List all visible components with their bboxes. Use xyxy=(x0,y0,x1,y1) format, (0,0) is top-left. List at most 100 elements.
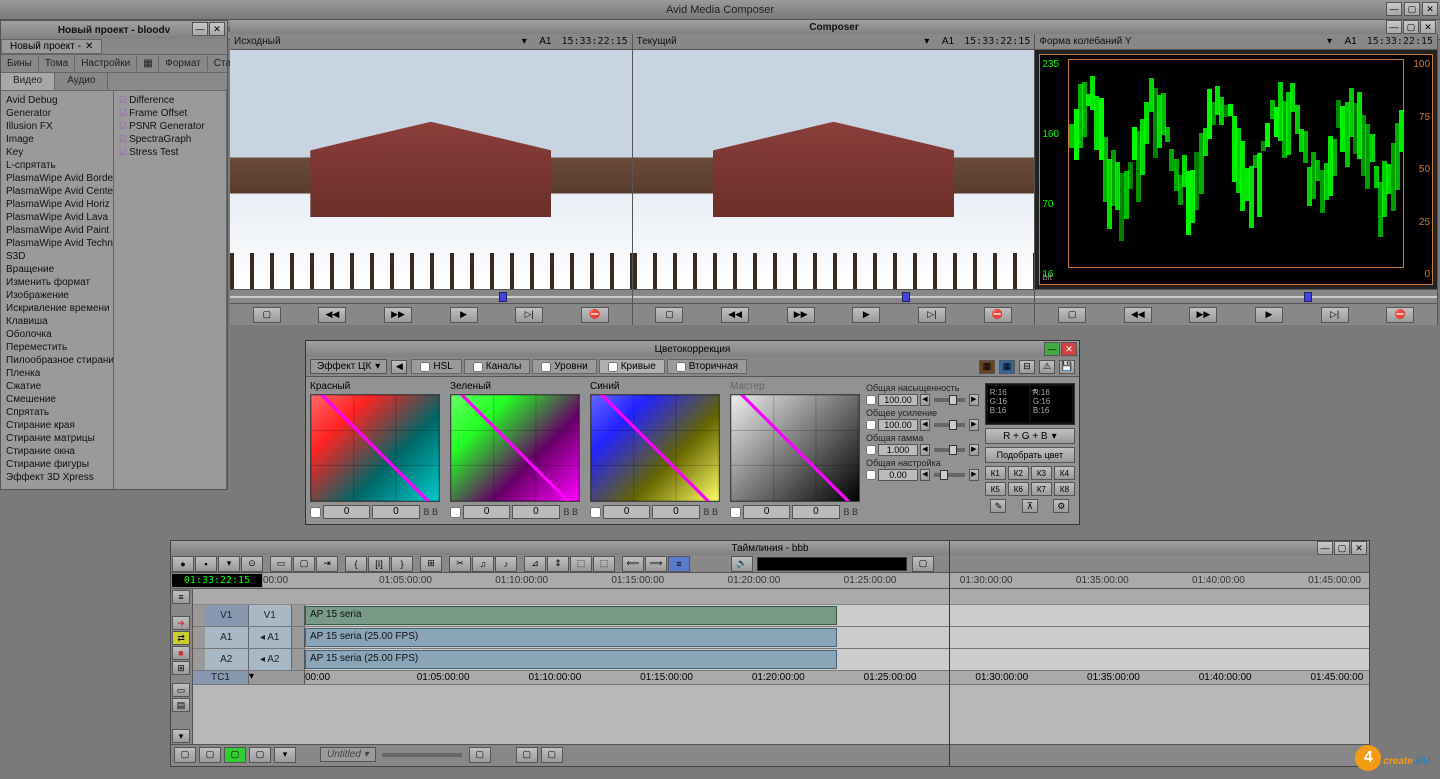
cc-close[interactable]: ✕ xyxy=(1061,342,1077,356)
tlf-btn3[interactable]: ▢ xyxy=(249,747,271,763)
cc-reset-icon[interactable]: ⊟ xyxy=(1019,360,1035,374)
track-src-selector[interactable]: A1 xyxy=(205,627,249,648)
effect-category[interactable]: PlasmaWipe Avid Horiz xyxy=(4,198,110,211)
transport-btn-2[interactable]: ▶▶ xyxy=(1189,307,1217,323)
record-dropdown-icon[interactable]: ▾ xyxy=(922,36,932,47)
tl-tool-10[interactable]: [I] xyxy=(368,556,390,572)
transport-btn-4[interactable]: ▷| xyxy=(515,307,543,323)
cc-tab-Уровни[interactable]: Уровни xyxy=(532,359,596,374)
maximize-button[interactable]: ▢ xyxy=(1404,2,1420,16)
slider-dec[interactable]: ◀ xyxy=(920,419,930,431)
tl-meter-toggle[interactable]: ▢ xyxy=(912,556,934,572)
close-button[interactable]: ✕ xyxy=(1422,2,1438,16)
source-scrubber[interactable] xyxy=(230,289,632,303)
curve-cb[interactable] xyxy=(310,507,321,518)
effect-category[interactable]: Эффект 3D Xpress xyxy=(4,471,110,484)
waveform-dropdown-icon[interactable]: ▾ xyxy=(1325,36,1335,47)
match-color-button[interactable]: Подобрать цвет xyxy=(985,447,1075,463)
cc-tab-Кривые[interactable]: Кривые xyxy=(599,359,665,374)
tl-minimize[interactable]: — xyxy=(1317,541,1333,555)
effect-category[interactable]: Generator xyxy=(4,107,110,120)
track-src-selector[interactable]: A2 xyxy=(205,649,249,670)
track-rec-selector[interactable]: ◂ A1 xyxy=(249,627,293,648)
remove-cc-icon[interactable]: ⊼ xyxy=(1022,499,1038,513)
effect-item[interactable]: PSNR Generator xyxy=(117,120,223,133)
close-tab-icon[interactable]: ✕ xyxy=(85,41,93,52)
tl-tool-0[interactable]: ● xyxy=(172,556,194,572)
effect-category[interactable]: S3D xyxy=(4,250,110,263)
tl-tool-2[interactable]: ▾ xyxy=(218,556,240,572)
effect-item[interactable]: Stress Test xyxy=(117,146,223,159)
minimize-button[interactable]: — xyxy=(1386,2,1402,16)
effect-category[interactable]: Key xyxy=(4,146,110,159)
tl-bottom-icon[interactable]: ▾ xyxy=(172,729,190,743)
transport-btn-3[interactable]: ▶ xyxy=(450,307,478,323)
project-tab-1[interactable]: Тома xyxy=(39,56,75,71)
effect-category[interactable]: Искривление времени xyxy=(4,302,110,315)
tl-tool-24[interactable]: ⟸ xyxy=(622,556,644,572)
transport-btn-2[interactable]: ▶▶ xyxy=(384,307,412,323)
tl-extract-icon[interactable]: ■ xyxy=(172,646,190,660)
curve-graph-blue[interactable] xyxy=(590,394,720,502)
slider-track[interactable] xyxy=(934,398,965,402)
transport-btn-1[interactable]: ◀◀ xyxy=(721,307,749,323)
effect-item[interactable]: Frame Offset xyxy=(117,107,223,120)
source-dropdown-icon[interactable]: ▾ xyxy=(519,36,529,47)
tl-tool-19[interactable]: ⊿ xyxy=(524,556,546,572)
tl-tool-16[interactable]: ♫ xyxy=(472,556,494,572)
cc-settings-icon[interactable]: ⚙ xyxy=(1053,499,1069,513)
tl-tool2-icon[interactable]: ▤ xyxy=(172,698,190,712)
tlf-btn4[interactable]: ▢ xyxy=(469,747,491,763)
slider-inc[interactable]: ▶ xyxy=(969,419,979,431)
track-toggle-l[interactable] xyxy=(193,649,205,670)
composer-minimize[interactable]: — xyxy=(1386,20,1402,34)
record-scrubber[interactable] xyxy=(633,289,1035,303)
curve-graph-master[interactable] xyxy=(730,394,860,502)
curve-graph-green[interactable] xyxy=(450,394,580,502)
effect-category[interactable]: PlasmaWipe Avid Borders xyxy=(4,172,110,185)
waveform-scrubber[interactable] xyxy=(1035,289,1437,303)
transport-btn-5[interactable]: ⛔ xyxy=(984,307,1012,323)
tlf-btn5[interactable]: ▢ xyxy=(516,747,538,763)
effect-category[interactable]: Изменить формат xyxy=(4,276,110,289)
composer-close[interactable]: ✕ xyxy=(1420,20,1436,34)
clip[interactable]: AP 15 seria xyxy=(305,606,837,625)
transport-btn-3[interactable]: ▶ xyxy=(1255,307,1283,323)
project-file-tab[interactable]: Новый проект -✕ xyxy=(1,39,102,54)
transport-btn-2[interactable]: ▶▶ xyxy=(787,307,815,323)
record-viewer[interactable] xyxy=(633,50,1035,289)
effect-category[interactable]: Вращение xyxy=(4,263,110,276)
effect-category[interactable]: Смешение xyxy=(4,393,110,406)
cc-warning-icon[interactable]: ⚠ xyxy=(1039,360,1055,374)
tlf-untitled-dropdown[interactable]: Untitled ▾ xyxy=(320,747,376,762)
tl-menu-icon[interactable]: ≡ xyxy=(172,590,190,604)
curve-out[interactable]: 0 xyxy=(372,505,419,519)
cc-tab-checkbox[interactable] xyxy=(420,362,430,372)
project-tab-icon[interactable]: ▦ xyxy=(137,56,159,71)
curve-cb[interactable] xyxy=(590,507,601,518)
tl-maximize[interactable]: ▢ xyxy=(1334,541,1350,555)
slider-track[interactable] xyxy=(934,473,965,477)
tl-tool-7[interactable]: ⇥ xyxy=(316,556,338,572)
transport-btn-0[interactable]: ▢ xyxy=(1058,307,1086,323)
effect-category[interactable]: Стирание фигуры xyxy=(4,458,110,471)
composer-maximize[interactable]: ▢ xyxy=(1403,20,1419,34)
curve-out[interactable]: 0 xyxy=(512,505,559,519)
correction-preset[interactable]: К4 xyxy=(1054,466,1075,480)
effect-category[interactable]: Avid Debug xyxy=(4,94,110,107)
track-toggle-l[interactable] xyxy=(193,627,205,648)
correction-preset[interactable]: К1 xyxy=(985,466,1006,480)
tl-tool-3[interactable]: ⊙ xyxy=(241,556,263,572)
tl-tool-9[interactable]: { xyxy=(345,556,367,572)
slider-value[interactable]: 100.00 xyxy=(878,419,918,431)
source-track[interactable]: A1 xyxy=(535,36,555,47)
slider-enable[interactable] xyxy=(866,395,876,405)
tl-tool-13[interactable]: ⊞ xyxy=(420,556,442,572)
track-content[interactable]: AP 15 seria xyxy=(305,605,1369,626)
slider-dec[interactable]: ◀ xyxy=(920,394,930,406)
tl-close[interactable]: ✕ xyxy=(1351,541,1367,555)
slider-value[interactable]: 0.00 xyxy=(878,469,918,481)
tl-tool-11[interactable]: } xyxy=(391,556,413,572)
effect-category[interactable]: Оболочка xyxy=(4,328,110,341)
transport-btn-0[interactable]: ▢ xyxy=(253,307,281,323)
